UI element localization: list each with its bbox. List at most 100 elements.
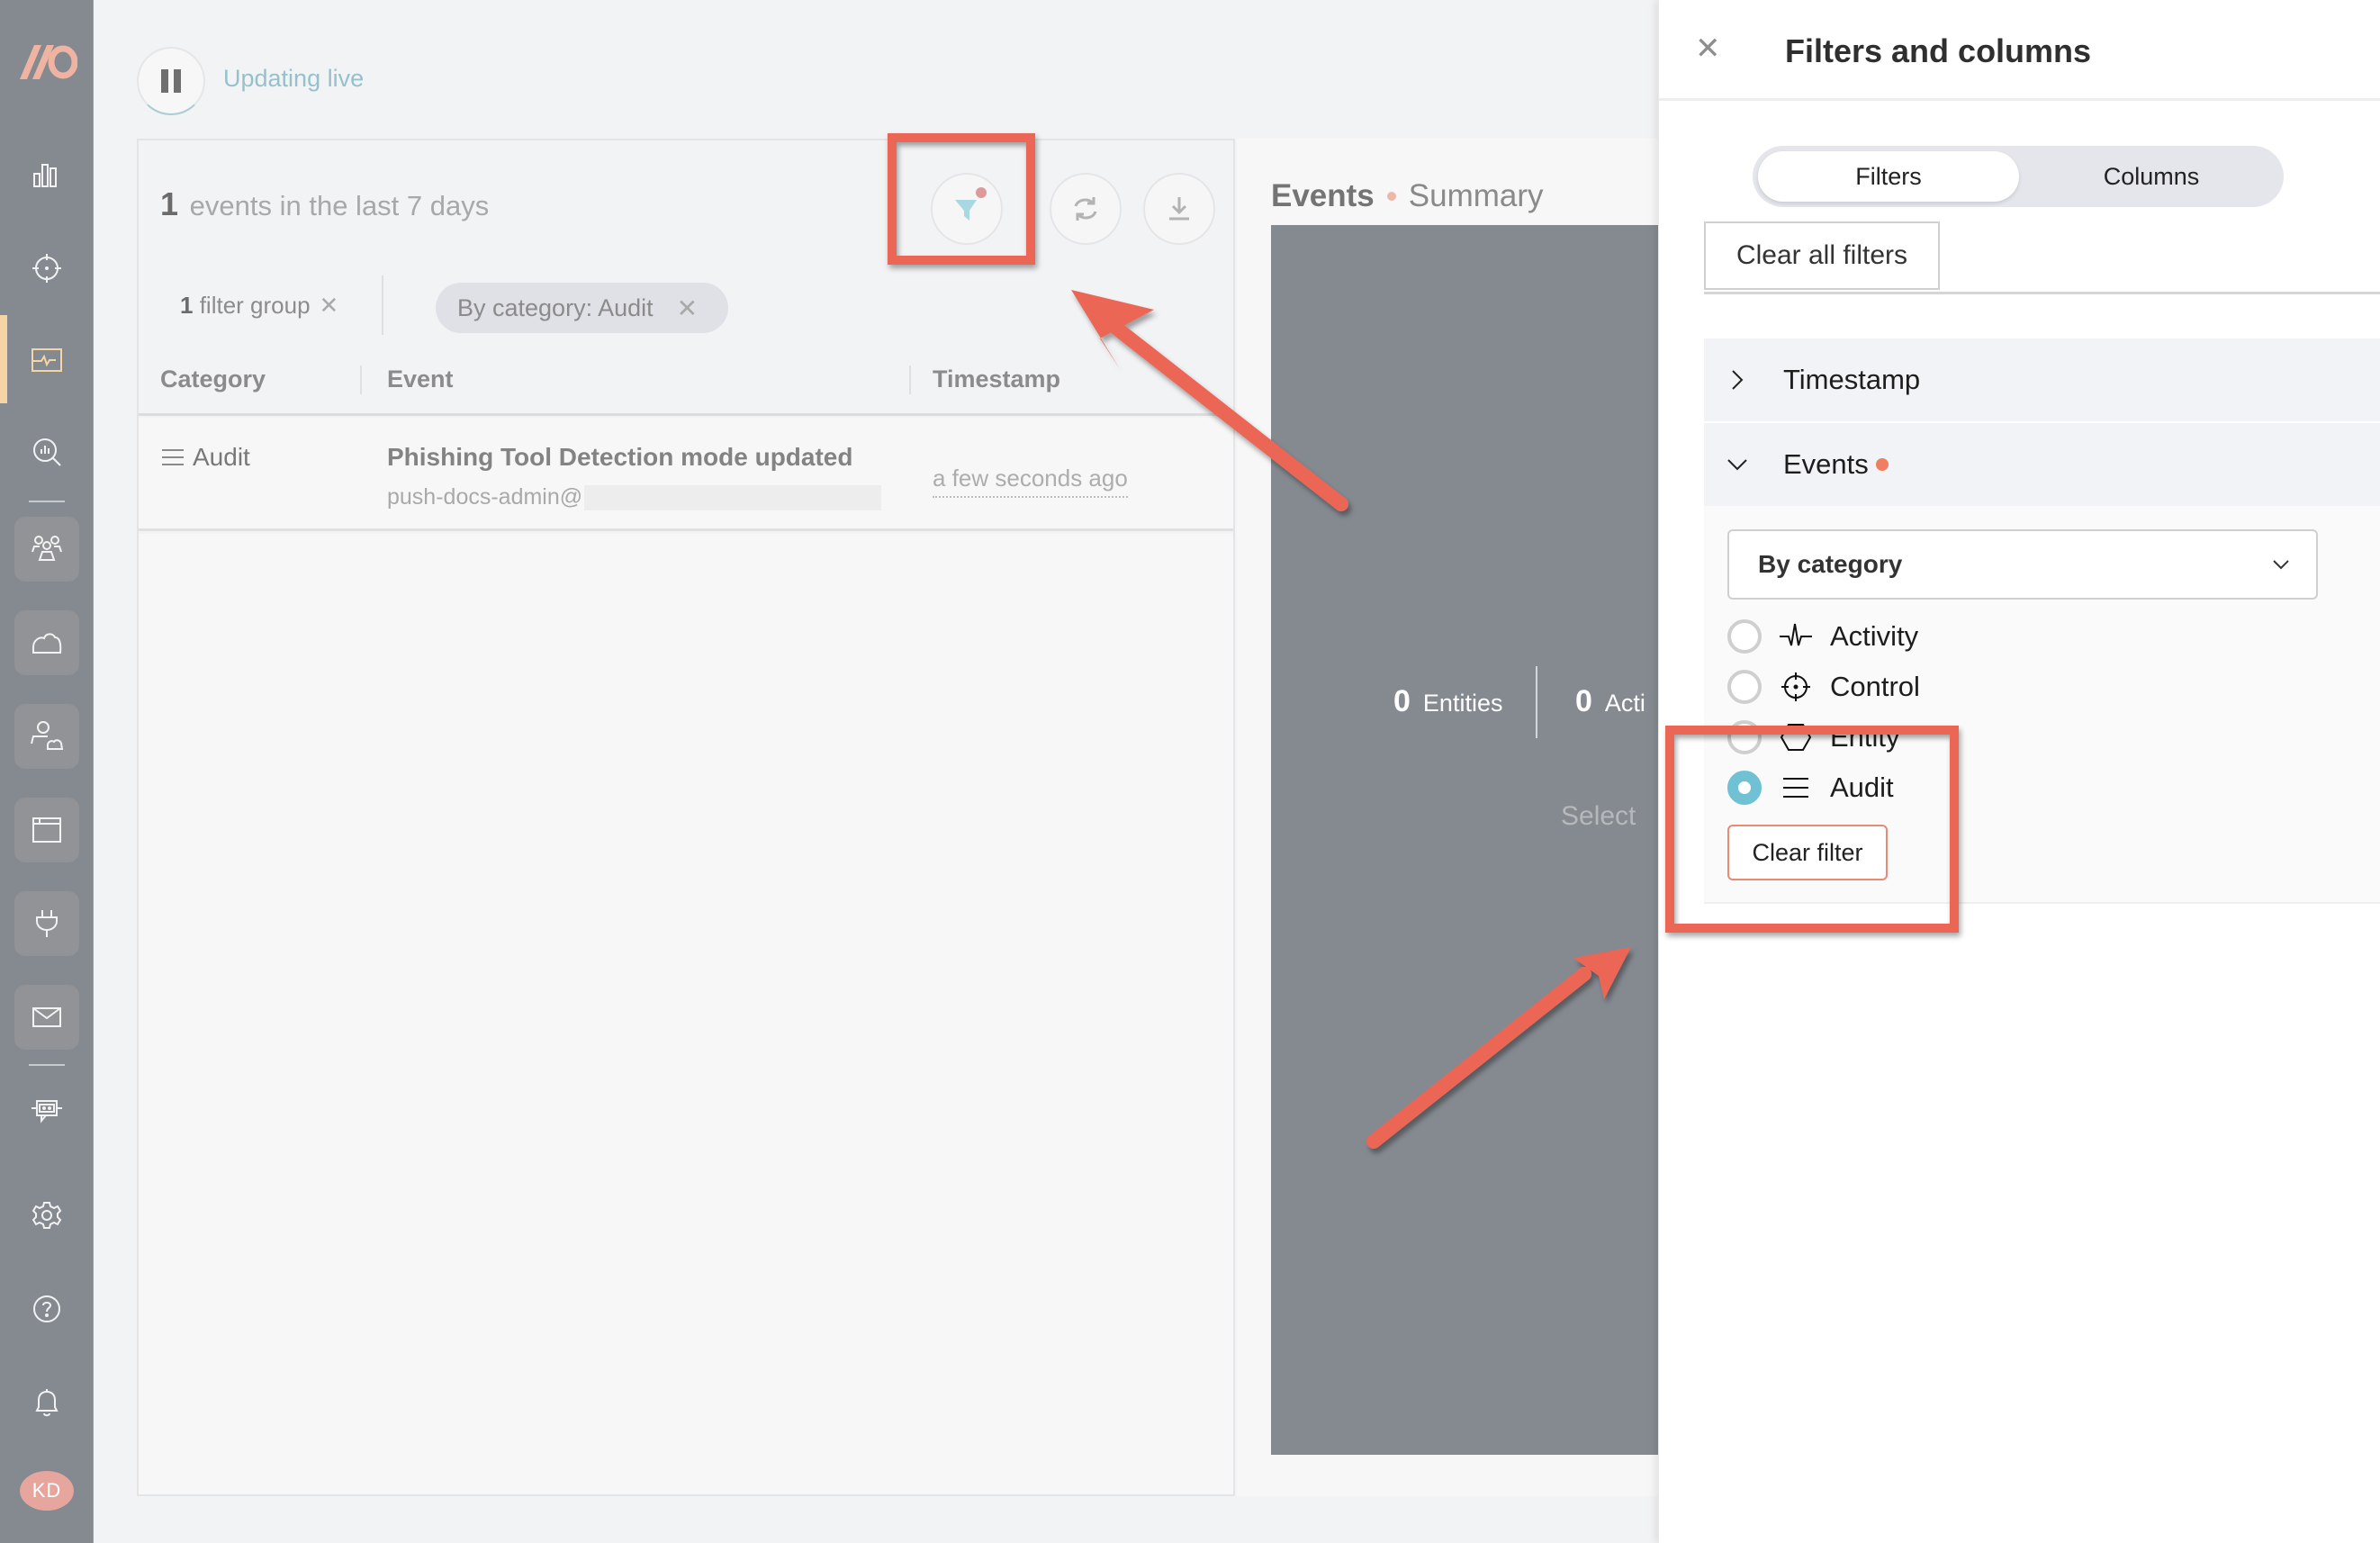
tab-filters[interactable]: Filters [1758, 151, 2019, 202]
sidebar-item-dashboard[interactable] [14, 142, 79, 207]
active-filter-chip[interactable]: By category: Audit ✕ [436, 283, 729, 333]
filter-group-summary: 1 filter group ✕ [180, 292, 338, 320]
chevron-down-icon [2273, 560, 2289, 570]
sidebar-item-events[interactable] [14, 328, 79, 393]
user-cloud-icon [31, 721, 64, 750]
filter-mode-select[interactable]: By category [1727, 529, 2318, 600]
activity-pulse-icon [1780, 623, 1812, 646]
radio-button[interactable] [1727, 670, 1762, 704]
active-filter-dot [1875, 458, 1889, 471]
chevron-down-icon [1727, 459, 1747, 471]
redacted-text [584, 485, 882, 511]
accordion-timestamp[interactable]: Timestamp [1704, 338, 2380, 421]
tab-columns[interactable]: Columns [2021, 151, 2282, 202]
sidebar-item-apps[interactable] [14, 798, 79, 862]
event-subtitle: push-docs-admin@ [387, 484, 882, 511]
sidebar-item-email[interactable] [14, 985, 79, 1050]
sidebar-active-indicator [0, 315, 7, 403]
sidebar-item-notifications[interactable] [14, 1370, 79, 1435]
plug-icon [36, 910, 58, 937]
sidebar-divider [29, 1064, 65, 1066]
sidebar-item-people[interactable] [14, 517, 79, 582]
sidebar-item-bot[interactable] [14, 1078, 79, 1143]
title-separator-dot [1386, 192, 1396, 201]
filter-mode-value: By category [1758, 550, 1903, 578]
event-title: Phishing Tool Detection mode updated [387, 443, 853, 471]
sidebar-item-search[interactable] [14, 420, 79, 484]
live-status-label: Updating live [223, 65, 365, 92]
category-cell: Audit [160, 443, 250, 472]
column-header-timestamp[interactable]: Timestamp [933, 365, 1060, 393]
drawer-header: ✕ Filters and columns [1659, 0, 2380, 101]
drawer-title: Filters and columns [1785, 32, 2092, 69]
clear-all-filters-button[interactable]: Clear all filters [1704, 221, 1940, 290]
events-count: 1 events in the last 7 days [160, 185, 489, 223]
stat-value: 0 [1393, 684, 1411, 718]
summary-header: Events Summary [1271, 178, 1544, 214]
crosshair-icon [32, 254, 61, 283]
search-analytics-icon [33, 438, 61, 466]
radio-label: Activity [1830, 620, 1919, 652]
tab-switcher: Filters Columns [1753, 146, 2284, 207]
stat-activity: 0 Acti [1575, 684, 1645, 719]
pause-icon [174, 69, 181, 93]
chat-bot-icon [32, 1100, 62, 1123]
events-list-panel: 1 events in the last 7 days 1 filter gro… [137, 139, 1235, 1496]
sidebar-divider [29, 501, 65, 502]
user-avatar[interactable]: KD [20, 1471, 74, 1511]
download-icon [1169, 197, 1189, 221]
column-header-category[interactable]: Category [160, 365, 266, 393]
events-count-label: events in the last 7 days [189, 190, 490, 221]
accordion-events[interactable]: Events [1704, 423, 2380, 506]
summary-overlay: 0 Entities 0 Acti Select [1271, 225, 1660, 1455]
stat-label: Acti [1604, 690, 1645, 717]
activity-monitor-icon [32, 348, 62, 372]
annotation-highlight-filter-button [888, 133, 1035, 265]
category-label: Audit [193, 443, 250, 471]
column-resizer[interactable] [360, 365, 362, 394]
sidebar-item-cloud[interactable] [14, 610, 79, 675]
bell-icon [35, 1389, 59, 1417]
sidebar-item-controls[interactable] [14, 236, 79, 301]
summary-title: Events [1271, 178, 1375, 213]
radio-button[interactable] [1727, 619, 1762, 654]
sidebar-item-settings[interactable] [14, 1183, 79, 1248]
remove-chip-icon[interactable]: ✕ [677, 293, 698, 323]
summary-subtitle: Summary [1408, 178, 1544, 213]
accordion-label: Timestamp [1783, 364, 1921, 395]
clear-filter-group-icon[interactable]: ✕ [320, 292, 339, 320]
radio-label: Control [1830, 671, 1920, 702]
filter-group-count: 1 [180, 292, 194, 319]
column-header-event[interactable]: Event [387, 365, 454, 393]
gear-icon [32, 1202, 62, 1229]
cloud-icon [32, 633, 62, 654]
accordion-label: Events [1783, 448, 1869, 480]
stat-value: 0 [1575, 684, 1592, 718]
table-row[interactable]: Audit Phishing Tool Detection mode updat… [139, 418, 1233, 531]
app-root: KD Updating live 1 events in the last 7 … [0, 0, 2380, 1543]
column-resizer[interactable] [909, 365, 911, 394]
help-icon [33, 1295, 60, 1322]
events-count-number: 1 [160, 185, 179, 222]
table-header: Category Event Timestamp [139, 356, 1233, 416]
browser-window-icon [32, 817, 61, 843]
sidebar-item-help[interactable] [14, 1277, 79, 1341]
stat-divider [1536, 666, 1537, 738]
sidebar-item-user-cloud[interactable] [14, 704, 79, 769]
pause-icon [161, 69, 168, 93]
annotation-highlight-clear-filter [1665, 726, 1959, 933]
filter-group-label: filter group [199, 292, 311, 319]
list-empty-area [139, 534, 1233, 1494]
close-icon[interactable]: ✕ [1695, 31, 1721, 67]
download-button[interactable] [1143, 173, 1215, 245]
event-actor: push-docs-admin@ [387, 484, 583, 510]
pause-live-button[interactable] [137, 47, 205, 115]
radio-option-control[interactable]: Control [1727, 664, 1920, 709]
stat-label: Entities [1422, 690, 1503, 717]
chevron-right-icon [1732, 370, 1744, 390]
summary-panel: Events Summary 0 Entities 0 Acti Select [1237, 139, 1660, 1496]
filter-separator [382, 275, 383, 335]
radio-option-activity[interactable]: Activity [1727, 614, 1918, 659]
sidebar-item-integrations[interactable] [14, 891, 79, 956]
refresh-button[interactable] [1050, 173, 1122, 245]
